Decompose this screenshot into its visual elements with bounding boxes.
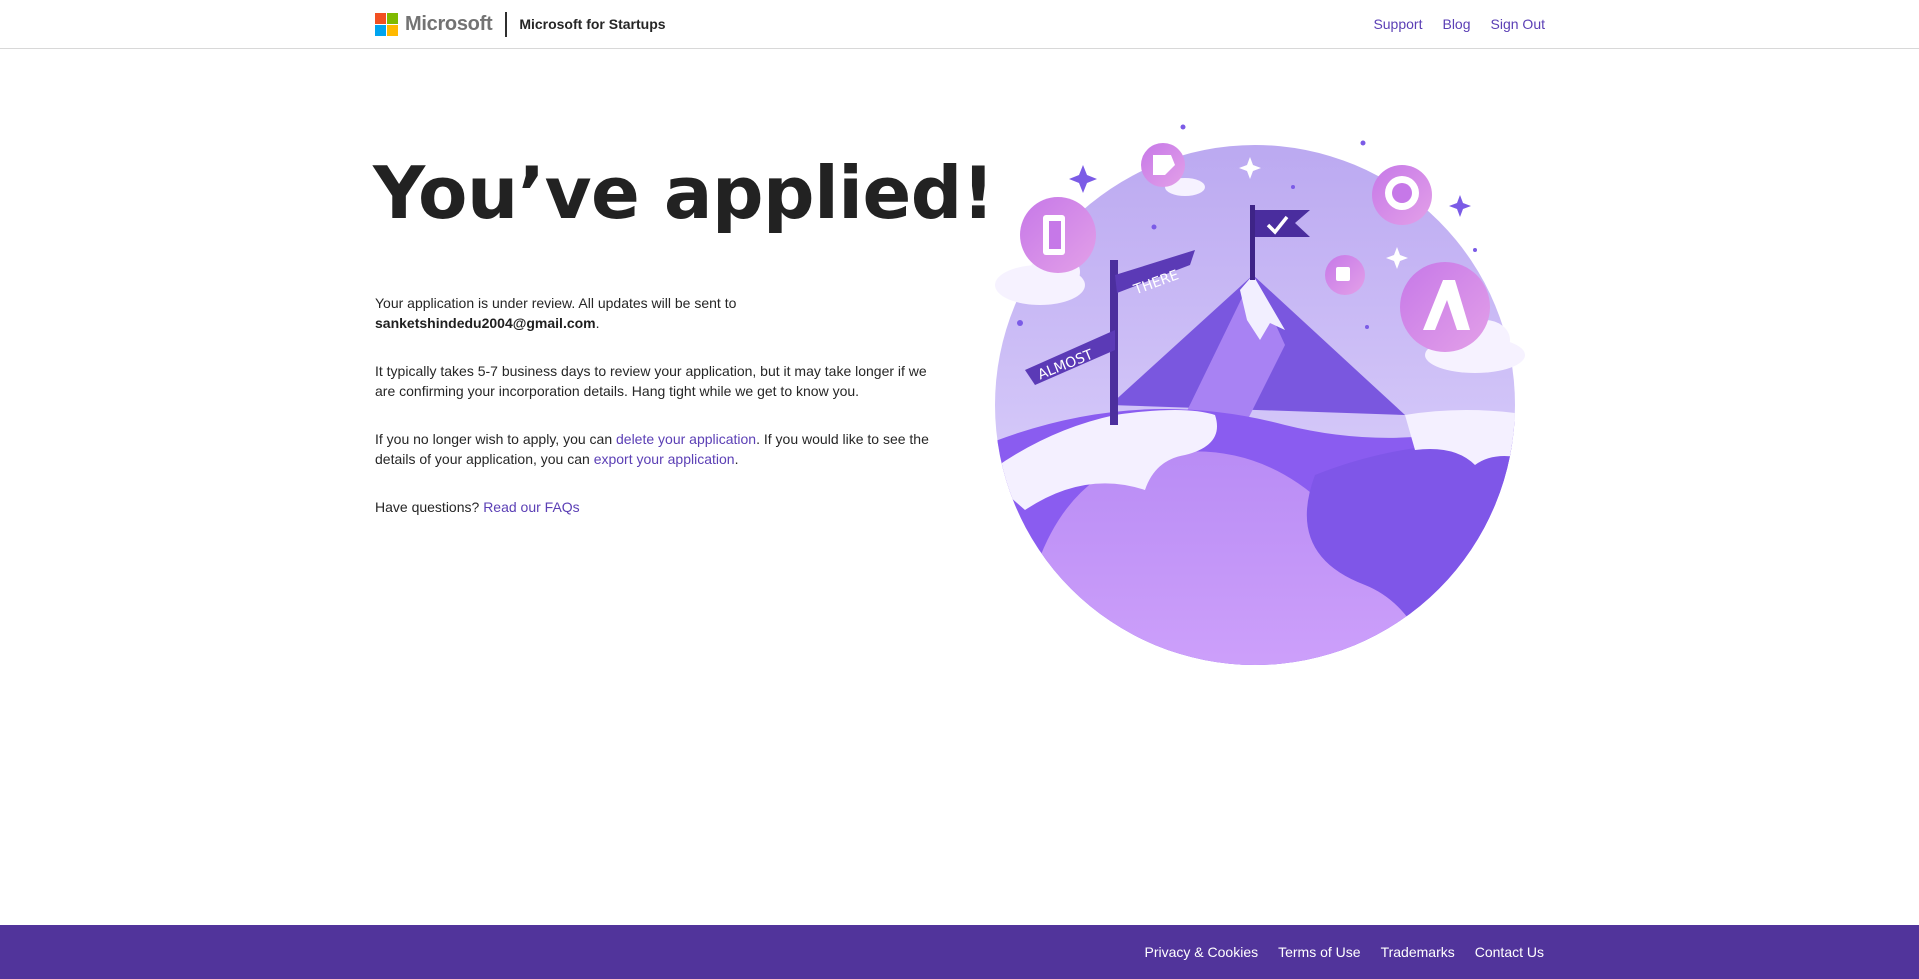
footer-contact-link[interactable]: Contact Us xyxy=(1475,944,1544,960)
review-text: Your application is under review. All up… xyxy=(375,295,737,311)
footer-links: Privacy & Cookies Terms of Use Trademark… xyxy=(1125,925,1544,979)
teams-icon xyxy=(1325,255,1365,295)
site-header: Microsoft Microsoft for Startups Support… xyxy=(0,0,1919,49)
withdraw-text-a: If you no longer wish to apply, you can xyxy=(375,431,616,447)
nav-blog-link[interactable]: Blog xyxy=(1442,16,1470,32)
mountain-illustration: THERE ALMOST xyxy=(995,124,1525,665)
header-divider xyxy=(505,11,508,37)
brand-name: Microsoft xyxy=(405,12,493,35)
nav-support-link[interactable]: Support xyxy=(1373,16,1422,32)
header-container: Microsoft Microsoft for Startups Support… xyxy=(375,0,1545,48)
applicant-email: sanketshindedu2004@gmail.com xyxy=(375,315,596,331)
withdraw-paragraph: If you no longer wish to apply, you can … xyxy=(375,429,945,469)
withdraw-text-c: . xyxy=(734,451,739,467)
nav-sign-out-link[interactable]: Sign Out xyxy=(1491,16,1545,32)
microsoft-logo-icon xyxy=(375,12,398,36)
footer-terms-link[interactable]: Terms of Use xyxy=(1278,944,1360,960)
timeline-paragraph: It typically takes 5-7 business days to … xyxy=(375,363,927,399)
github-icon xyxy=(1372,165,1432,225)
questions-paragraph: Have questions? Read our FAQs xyxy=(375,497,945,517)
faqs-link[interactable]: Read our FAQs xyxy=(483,499,580,515)
review-paragraph: Your application is under review. All up… xyxy=(375,293,945,333)
site-footer: Privacy & Cookies Terms of Use Trademark… xyxy=(0,925,1919,979)
azure-icon xyxy=(1400,262,1490,352)
footer-trademarks-link[interactable]: Trademarks xyxy=(1381,944,1455,960)
review-text-end: . xyxy=(595,315,600,331)
office-icon xyxy=(1020,197,1096,273)
footer-privacy-link[interactable]: Privacy & Cookies xyxy=(1145,944,1259,960)
export-application-link[interactable]: export your application xyxy=(594,451,735,467)
questions-text: Have questions? xyxy=(375,499,484,515)
header-nav: Support Blog Sign Out xyxy=(1353,16,1545,32)
product-name[interactable]: Microsoft for Startups xyxy=(519,16,665,32)
microsoft-logo[interactable]: Microsoft xyxy=(375,12,493,36)
application-status-text: Your application is under review. All up… xyxy=(375,293,945,545)
delete-application-link[interactable]: delete your application xyxy=(616,431,756,447)
power-automate-icon xyxy=(1141,143,1185,187)
page-title: You’ve applied! xyxy=(373,151,995,235)
